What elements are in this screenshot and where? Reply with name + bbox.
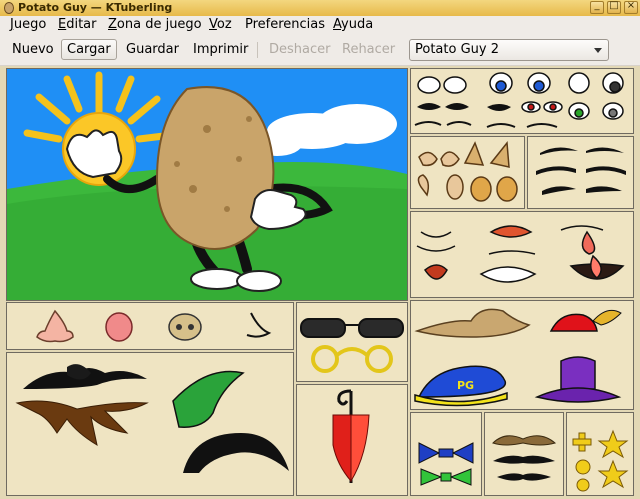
minimize-button[interactable]: _: [590, 0, 604, 14]
playground-select-value: Potato Guy 2: [415, 42, 499, 57]
minimize-icon: _: [594, 0, 600, 11]
menu-voz[interactable]: Voz: [209, 16, 232, 36]
window-title: Potato Guy — KTuberling: [18, 1, 173, 14]
bowtie-palette[interactable]: [410, 412, 482, 496]
umbrella-palette[interactable]: [296, 384, 408, 496]
app-icon: [4, 2, 14, 14]
eyes-palette[interactable]: [410, 68, 634, 134]
badges-palette[interactable]: [566, 412, 634, 496]
mouths-palette[interactable]: [410, 211, 634, 298]
menu-juego[interactable]: Juego: [10, 16, 46, 36]
nuevo-button[interactable]: Nuevo: [7, 39, 59, 60]
eyebrows-palette[interactable]: [527, 136, 634, 209]
playground-select[interactable]: Potato Guy 2: [409, 39, 609, 61]
deshacer-button[interactable]: Deshacer: [264, 39, 335, 60]
menu-preferencias[interactable]: Preferencias: [245, 16, 325, 36]
moustaches-hair-palette[interactable]: [6, 352, 294, 496]
chevron-down-icon: [594, 48, 602, 53]
ears-palette[interactable]: [410, 136, 525, 209]
menu-bar: Juego Editar Zona de juego Voz Preferenc…: [0, 16, 640, 36]
close-button[interactable]: ×: [624, 0, 638, 14]
noses-palette[interactable]: [6, 302, 294, 350]
maximize-icon: □: [609, 0, 619, 11]
potato-scene: [7, 69, 407, 300]
hats-palette[interactable]: PG: [410, 300, 634, 410]
rehacer-button[interactable]: Rehacer: [337, 39, 400, 60]
menu-editar[interactable]: Editar: [58, 16, 97, 36]
hat-label: PG: [457, 379, 474, 392]
close-icon: ×: [626, 0, 636, 11]
title-bar[interactable]: Potato Guy — KTuberling _ □ ×: [0, 0, 640, 17]
menu-ayuda[interactable]: Ayuda: [333, 16, 373, 36]
editable-scene[interactable]: [6, 68, 408, 301]
glasses-palette[interactable]: [296, 302, 408, 382]
maximize-button[interactable]: □: [607, 0, 621, 14]
small-moustaches-palette[interactable]: [484, 412, 564, 496]
menu-zona-de-juego[interactable]: Zona de juego: [108, 16, 202, 36]
toolbar-separator: [257, 42, 258, 58]
imprimir-button[interactable]: Imprimir: [188, 39, 253, 60]
guardar-button[interactable]: Guardar: [121, 39, 184, 60]
cargar-button[interactable]: Cargar: [61, 39, 117, 60]
